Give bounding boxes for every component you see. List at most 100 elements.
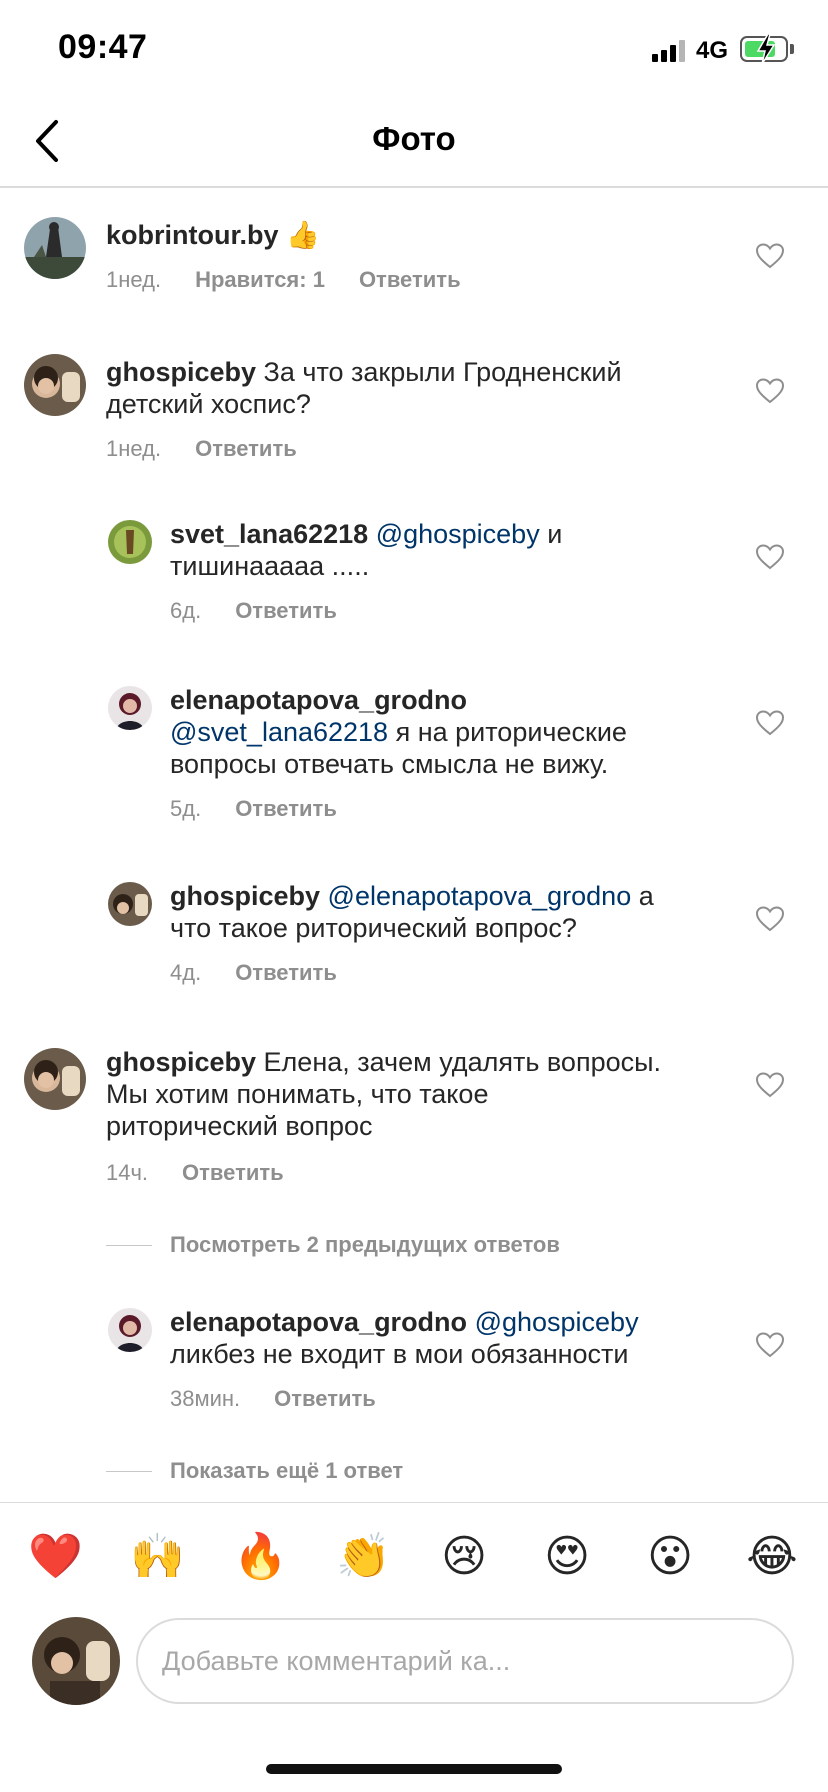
comment-time: 1нед. — [106, 436, 162, 461]
comment-text: ghospiceby За что закрыли Гродненский де… — [106, 356, 706, 420]
comment-username[interactable]: elenapotapova_grodno — [170, 685, 467, 715]
avatar[interactable] — [108, 1308, 152, 1352]
comment-meta: 6д. Ответить — [170, 598, 337, 624]
comment-item: ghospiceby Елена, зачем удалять вопросы.… — [0, 1046, 828, 1186]
avatar[interactable] — [108, 520, 152, 564]
emoji-clap-button[interactable]: 👏 — [336, 1531, 391, 1583]
emoji-crying-button[interactable]: 😢 — [438, 1531, 490, 1583]
network-type: 4G — [696, 37, 729, 64]
nav-header: Фото — [0, 100, 828, 188]
comment-meta: 1нед. Ответить — [106, 436, 297, 462]
comment-body-line: и — [547, 519, 563, 549]
avatar[interactable] — [24, 217, 86, 279]
comment-username[interactable]: kobrintour.by — [106, 220, 279, 250]
status-time: 09:47 — [58, 28, 148, 66]
comment-username[interactable]: ghospiceby — [170, 881, 320, 911]
heart-icon[interactable] — [756, 378, 784, 404]
heart-icon[interactable] — [756, 710, 784, 736]
heart-icon[interactable] — [756, 906, 784, 932]
avatar[interactable] — [108, 882, 152, 926]
signal-strength-icon — [652, 38, 686, 62]
comment-meta: 38мин. Ответить — [170, 1386, 376, 1412]
comment-emoji: 👍 — [286, 220, 320, 250]
comment-input[interactable] — [136, 1618, 794, 1704]
mention-link[interactable]: @ghospiceby — [376, 519, 540, 549]
emoji-surprised-button[interactable]: 😮 — [644, 1531, 696, 1583]
comment-meta: 5д. Ответить — [170, 796, 337, 822]
mention-link[interactable]: @elenapotapova_grodno — [328, 881, 632, 911]
emoji-raised-hands-button[interactable]: 🙌 — [130, 1531, 185, 1583]
reply-button[interactable]: Ответить — [235, 598, 337, 624]
home-indicator[interactable] — [266, 1764, 562, 1774]
comment-username[interactable]: ghospiceby — [106, 1047, 256, 1077]
reply-item: svet_lana62218 @ghospiceby и тишинааааа … — [0, 518, 828, 628]
battery-nub — [790, 44, 794, 54]
show-more-replies-label: Показать ещё 1 ответ — [170, 1458, 404, 1483]
reply-item: elenapotapova_grodno @svet_lana62218 я н… — [0, 684, 828, 824]
comment-item: ghospiceby За что закрыли Гродненский де… — [0, 352, 828, 462]
mention-link[interactable]: @svet_lana62218 — [170, 717, 388, 747]
heart-icon[interactable] — [756, 243, 784, 269]
status-bar: 09:47 4G — [0, 0, 828, 100]
reply-button[interactable]: Ответить — [274, 1386, 376, 1412]
comment-username[interactable]: svet_lana62218 — [170, 519, 368, 549]
comment-username[interactable]: elenapotapova_grodno — [170, 1307, 467, 1337]
likes-count-link[interactable]: Нравится: 1 — [195, 267, 325, 293]
comment-body-line: я на риторические — [395, 717, 627, 747]
thread-line — [106, 1244, 152, 1246]
comment-body-line: детский хоспис? — [106, 389, 311, 419]
comment-time: 4д. — [170, 960, 202, 985]
view-previous-replies-button[interactable]: Посмотреть 2 предыдущих ответов — [106, 1232, 560, 1258]
comment-text: elenapotapova_grodno @svet_lana62218 я н… — [170, 684, 730, 780]
comment-body-line: Елена, зачем удалять вопросы. — [263, 1047, 662, 1077]
reply-button[interactable]: Ответить — [182, 1160, 284, 1186]
emoji-laughing-button[interactable]: 😂 — [746, 1531, 798, 1583]
comment-time: 5д. — [170, 796, 202, 821]
thread-line — [106, 1470, 152, 1472]
comment-text: kobrintour.by 👍 — [106, 219, 320, 251]
comment-body-line: риторический вопрос — [106, 1111, 373, 1141]
comment-body-line: Мы хотим понимать, что такое — [106, 1079, 489, 1109]
avatar[interactable] — [108, 686, 152, 730]
comment-text: ghospiceby @elenapotapova_grodno а что т… — [170, 880, 730, 944]
comment-text: ghospiceby Елена, зачем удалять вопросы.… — [106, 1046, 726, 1142]
comment-time: 14ч. — [106, 1160, 149, 1185]
reply-button[interactable]: Ответить — [195, 436, 297, 462]
comment-time: 38мин. — [170, 1386, 241, 1411]
reply-button[interactable]: Ответить — [235, 796, 337, 822]
comment-text: svet_lana62218 @ghospiceby и тишинааааа … — [170, 518, 730, 582]
comment-time: 6д. — [170, 598, 202, 623]
comment-body-line: что такое риторический вопрос? — [170, 913, 577, 943]
reply-button[interactable]: Ответить — [235, 960, 337, 986]
comment-username[interactable]: ghospiceby — [106, 357, 256, 387]
comment-meta: 4д. Ответить — [170, 960, 337, 986]
mention-link[interactable]: @ghospiceby — [475, 1307, 639, 1337]
comment-item: kobrintour.by 👍 1нед. Нравится: 1 Ответи… — [0, 215, 828, 305]
reply-item: elenapotapova_grodno @ghospiceby ликбез … — [0, 1306, 828, 1416]
avatar[interactable] — [24, 354, 86, 416]
heart-icon[interactable] — [756, 1072, 784, 1098]
comment-body-line: ликбез не входит в мои обязанности — [170, 1339, 629, 1369]
comment-time: 1нед. — [106, 267, 162, 292]
page-title: Фото — [372, 120, 456, 157]
heart-icon[interactable] — [756, 1332, 784, 1358]
emoji-heart-button[interactable]: ❤️ — [28, 1531, 83, 1583]
comment-meta: 1нед. Нравится: 1 Ответить — [106, 267, 461, 293]
avatar[interactable] — [24, 1048, 86, 1110]
reply-item: ghospiceby @elenapotapova_grodno а что т… — [0, 880, 828, 990]
my-avatar — [32, 1617, 120, 1705]
view-previous-replies-label: Посмотреть 2 предыдущих ответов — [170, 1232, 560, 1257]
comment-text: elenapotapova_grodno @ghospiceby ликбез … — [170, 1306, 730, 1370]
charging-bolt-icon — [756, 33, 776, 65]
reply-button[interactable]: Ответить — [359, 267, 461, 293]
emoji-fire-button[interactable]: 🔥 — [233, 1531, 288, 1583]
emoji-heart-eyes-button[interactable]: 😍 — [541, 1531, 593, 1583]
emoji-reaction-bar: ❤️ 🙌 🔥 👏 😢 😍 😮 😂 — [0, 1502, 828, 1610]
comment-body-line: тишинааааа ..... — [170, 551, 370, 581]
heart-icon[interactable] — [756, 544, 784, 570]
show-more-replies-button[interactable]: Показать ещё 1 ответ — [106, 1458, 403, 1484]
comment-body-line: За что закрыли Гродненский — [263, 357, 622, 387]
comment-meta: 14ч. Ответить — [106, 1160, 284, 1186]
comment-body-line: вопросы отвечать смысла не вижу. — [170, 749, 609, 779]
comment-body-line: а — [638, 881, 654, 911]
